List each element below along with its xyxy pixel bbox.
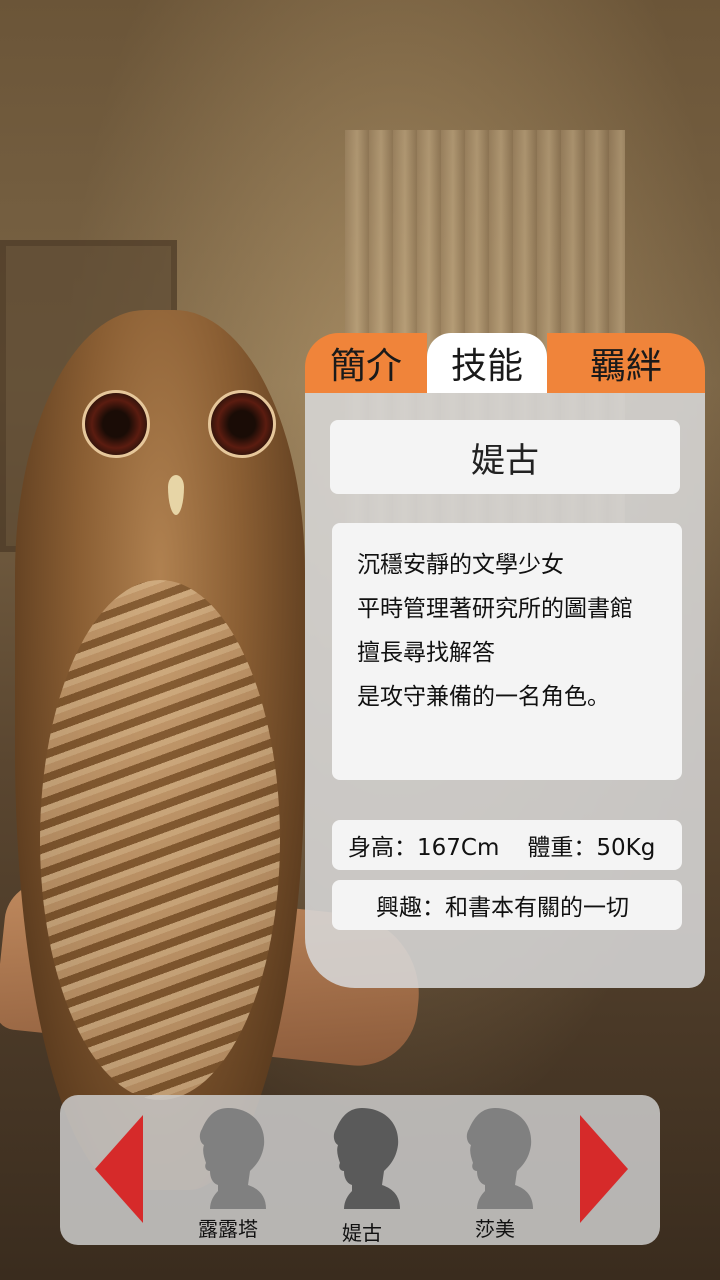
description-line: 是攻守兼備的一名角色。 [357, 684, 610, 710]
height-stat: 身高：167Cm [348, 835, 500, 861]
description-line: 沉穩安靜的文學少女 [357, 552, 564, 578]
character-option[interactable]: 露露塔 [178, 1105, 278, 1241]
character-option[interactable]: 莎美 [445, 1105, 545, 1241]
info-tabs: 簡介 技能 羈絆 [305, 333, 705, 393]
character-option-selected[interactable]: 媞古 [312, 1105, 412, 1245]
tab-skills[interactable]: 技能 [427, 333, 547, 393]
owl-eye-right [208, 390, 276, 458]
character-option-label: 媞古 [342, 1221, 382, 1245]
character-option-label: 露露塔 [198, 1217, 258, 1241]
character-name: 媞古 [330, 420, 680, 494]
owl-eye-left [82, 390, 150, 458]
tab-intro[interactable]: 簡介 [305, 333, 427, 393]
description-line: 擅長尋找解答 [357, 640, 495, 666]
left-arrow-icon[interactable] [95, 1115, 143, 1223]
right-arrow-icon[interactable] [580, 1115, 628, 1223]
profile-silhouette-icon [333, 1108, 400, 1209]
profile-silhouette-icon [199, 1108, 266, 1209]
hobby-stat: 興趣：和書本有關的一切 [376, 895, 629, 921]
character-option-label: 莎美 [475, 1217, 515, 1241]
tab-bonds[interactable]: 羈絆 [547, 333, 705, 393]
character-hobby: 興趣：和書本有關的一切 [332, 880, 682, 930]
character-description: 沉穩安靜的文學少女 平時管理著研究所的圖書館 擅長尋找解答 是攻守兼備的一名角色… [332, 523, 682, 780]
owl-character-illustration [0, 290, 320, 1190]
profile-silhouette-icon [466, 1108, 533, 1209]
weight-stat: 體重：50Kg [527, 835, 656, 861]
owl-breast [40, 580, 280, 1100]
character-stats: 身高：167Cm 體重：50Kg [332, 820, 682, 870]
description-line: 平時管理著研究所的圖書館 [357, 596, 633, 622]
